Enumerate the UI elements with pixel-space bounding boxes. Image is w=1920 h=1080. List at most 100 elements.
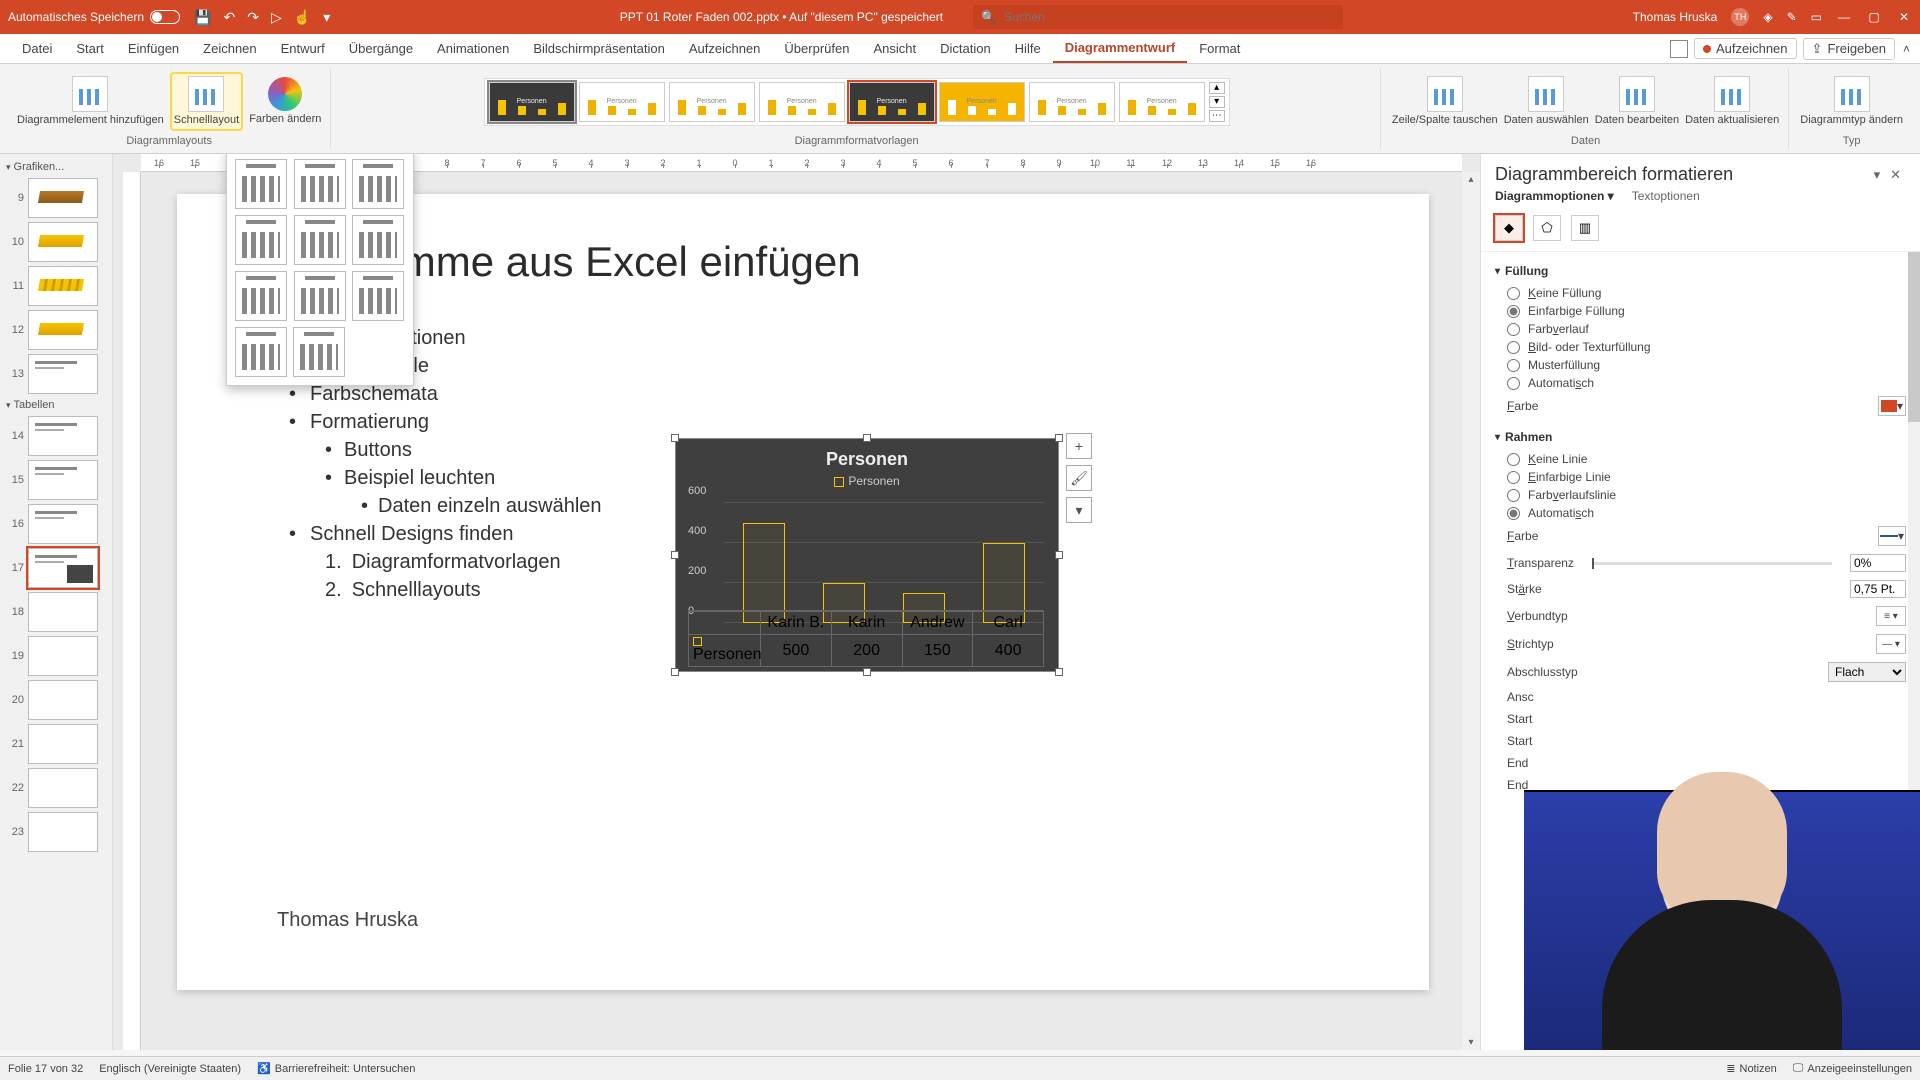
quick-layout-9[interactable] xyxy=(352,271,404,321)
chart-styles-gallery[interactable]: Personen Personen Personen Personen Pers… xyxy=(484,78,1230,126)
chart-style-thumb-8[interactable]: Personen xyxy=(1119,82,1205,122)
bar-1[interactable] xyxy=(743,523,785,623)
autosave-toggle[interactable]: Automatisches Speichern xyxy=(8,10,180,24)
line-color-picker[interactable]: ▾ xyxy=(1878,526,1906,546)
quick-layout-10[interactable] xyxy=(235,327,287,377)
chart-style-thumb-2[interactable]: Personen xyxy=(579,82,665,122)
thumbnail-9[interactable]: 9 xyxy=(0,176,112,220)
tab-review[interactable]: Überprüfen xyxy=(772,34,861,63)
section-border-header[interactable]: Rahmen xyxy=(1495,430,1906,444)
section-graphics[interactable]: Grafiken... xyxy=(0,158,112,176)
fill-solid-radio[interactable]: Einfarbige Füllung xyxy=(1495,302,1906,320)
tab-format[interactable]: Format xyxy=(1187,34,1252,63)
fill-gradient-radio[interactable]: Farbverlauf xyxy=(1495,320,1906,338)
tab-chart-design[interactable]: Diagrammentwurf xyxy=(1053,34,1188,63)
tab-dictation[interactable]: Dictation xyxy=(928,34,1003,63)
tab-file[interactable]: Datei xyxy=(10,34,64,63)
transparency-input[interactable] xyxy=(1850,554,1906,572)
swap-row-col-button[interactable]: Zeile/Spalte tauschen xyxy=(1392,76,1498,126)
diamond-icon[interactable]: ◈ xyxy=(1763,10,1772,24)
save-icon[interactable]: 💾 xyxy=(194,9,211,26)
line-auto-radio[interactable]: Automatisch xyxy=(1495,504,1906,522)
resize-handle[interactable] xyxy=(671,668,679,676)
slide-thumbnail-panel[interactable]: Grafiken... 9 10 11 12 13 Tabellen 14 15… xyxy=(0,154,113,1050)
refresh-data-button[interactable]: Daten aktualisieren xyxy=(1685,76,1779,126)
thumbnail-18[interactable]: 18 xyxy=(0,590,112,634)
thumbnail-19[interactable]: 19 xyxy=(0,634,112,678)
tab-home[interactable]: Start xyxy=(64,34,115,63)
qat-more-icon[interactable]: ▾ xyxy=(323,9,330,26)
chart-object[interactable]: Personen Personen 0 200 400 600 xyxy=(675,438,1059,672)
minimize-button[interactable]: — xyxy=(1836,10,1852,24)
quick-layout-1[interactable] xyxy=(235,159,287,209)
autosave-switch-icon[interactable] xyxy=(150,10,180,24)
format-pane-close-icon[interactable]: ✕ xyxy=(1885,167,1906,182)
resize-handle[interactable] xyxy=(671,551,679,559)
tab-transitions[interactable]: Übergänge xyxy=(337,34,425,63)
undo-icon[interactable]: ↶ xyxy=(224,9,236,26)
thumbnail-17-active[interactable]: 17 xyxy=(0,546,112,590)
line-gradient-radio[interactable]: Farbverlaufslinie xyxy=(1495,486,1906,504)
fill-picture-radio[interactable]: Bild- oder Texturfüllung xyxy=(1495,338,1906,356)
chart-data-table[interactable]: Karin B. Karin Andrew Carl Personen 500 … xyxy=(688,610,1044,667)
chart-style-thumb-4[interactable]: Personen xyxy=(759,82,845,122)
thumbnail-23[interactable]: 23 xyxy=(0,810,112,854)
thumbnail-20[interactable]: 20 xyxy=(0,678,112,722)
chart-title[interactable]: Personen xyxy=(676,439,1058,470)
cap-select[interactable]: Flach xyxy=(1828,662,1906,682)
present-from-start-icon[interactable]: ▷ xyxy=(271,9,282,26)
edit-data-button[interactable]: Daten bearbeiten xyxy=(1595,76,1679,126)
record-button[interactable]: Aufzeichnen xyxy=(1694,38,1797,59)
transparency-slider[interactable] xyxy=(1592,562,1832,565)
styles-gallery-more[interactable]: ▴▾⋯ xyxy=(1209,82,1225,122)
width-input[interactable] xyxy=(1850,580,1906,598)
thumbnail-10[interactable]: 10 xyxy=(0,220,112,264)
tab-design[interactable]: Entwurf xyxy=(269,34,337,63)
search-input[interactable] xyxy=(1004,10,1335,24)
redo-icon[interactable]: ↷ xyxy=(247,9,259,26)
resize-handle[interactable] xyxy=(1055,668,1063,676)
line-solid-radio[interactable]: Einfarbige Linie xyxy=(1495,468,1906,486)
thumbnail-14[interactable]: 14 xyxy=(0,414,112,458)
chart-filter-button[interactable]: ▾ xyxy=(1066,497,1092,523)
section-fill-header[interactable]: Füllung xyxy=(1495,264,1906,278)
chart-style-thumb-1[interactable]: Personen xyxy=(489,82,575,122)
quick-layout-3[interactable] xyxy=(352,159,404,209)
quick-layout-8[interactable] xyxy=(294,271,346,321)
fill-line-category-icon[interactable]: ◆ xyxy=(1495,215,1523,241)
user-avatar[interactable]: TH xyxy=(1731,8,1749,26)
thumbnail-13[interactable]: 13 xyxy=(0,352,112,396)
quick-layout-2[interactable] xyxy=(294,159,346,209)
window-layout-icon[interactable]: ▭ xyxy=(1811,10,1822,24)
change-colors-button[interactable]: Farben ändern xyxy=(249,77,321,125)
chart-legend[interactable]: Personen xyxy=(676,474,1058,488)
size-category-icon[interactable]: ▥ xyxy=(1571,215,1599,241)
format-pane-dropdown-icon[interactable]: ▾ xyxy=(1869,167,1886,182)
fill-none-radio[interactable]: KKeine Füllungeine Füllung xyxy=(1495,284,1906,302)
tab-view[interactable]: Ansicht xyxy=(861,34,928,63)
display-settings[interactable]: 🖵Anzeigeeinstellungen xyxy=(1793,1062,1912,1075)
quick-layout-button[interactable]: Schnelllayout xyxy=(170,72,243,130)
line-none-radio[interactable]: Keine Linie xyxy=(1495,450,1906,468)
close-button[interactable]: ✕ xyxy=(1896,10,1912,24)
slide-editor[interactable]: 1615141312111098765432101234567891011121… xyxy=(113,154,1480,1050)
select-data-button[interactable]: Daten auswählen xyxy=(1504,76,1589,126)
compound-dropdown[interactable]: ≡ ▾ xyxy=(1876,606,1906,626)
resize-handle[interactable] xyxy=(1055,434,1063,442)
tab-animations[interactable]: Animationen xyxy=(425,34,521,63)
comments-icon[interactable] xyxy=(1670,40,1688,58)
tab-help[interactable]: Hilfe xyxy=(1003,34,1053,63)
tab-draw[interactable]: Zeichnen xyxy=(191,34,268,63)
thumbnail-15[interactable]: 15 xyxy=(0,458,112,502)
vertical-scrollbar[interactable]: ▴▾ xyxy=(1462,172,1480,1050)
thumbnail-16[interactable]: 16 xyxy=(0,502,112,546)
accessibility-check[interactable]: ♿Barrierefreiheit: Untersuchen xyxy=(257,1062,415,1075)
share-button[interactable]: ⇪Freigeben xyxy=(1803,38,1895,60)
language-indicator[interactable]: Englisch (Vereinigte Staaten) xyxy=(99,1063,241,1075)
quick-layout-dropdown[interactable] xyxy=(226,154,414,386)
chart-plot-area[interactable]: 0 200 400 600 xyxy=(724,503,1044,623)
change-chart-type-button[interactable]: Diagrammtyp ändern xyxy=(1800,76,1903,126)
chart-style-thumb-6[interactable]: Personen xyxy=(939,82,1025,122)
chart-style-thumb-3[interactable]: Personen xyxy=(669,82,755,122)
thumbnail-12[interactable]: 12 xyxy=(0,308,112,352)
